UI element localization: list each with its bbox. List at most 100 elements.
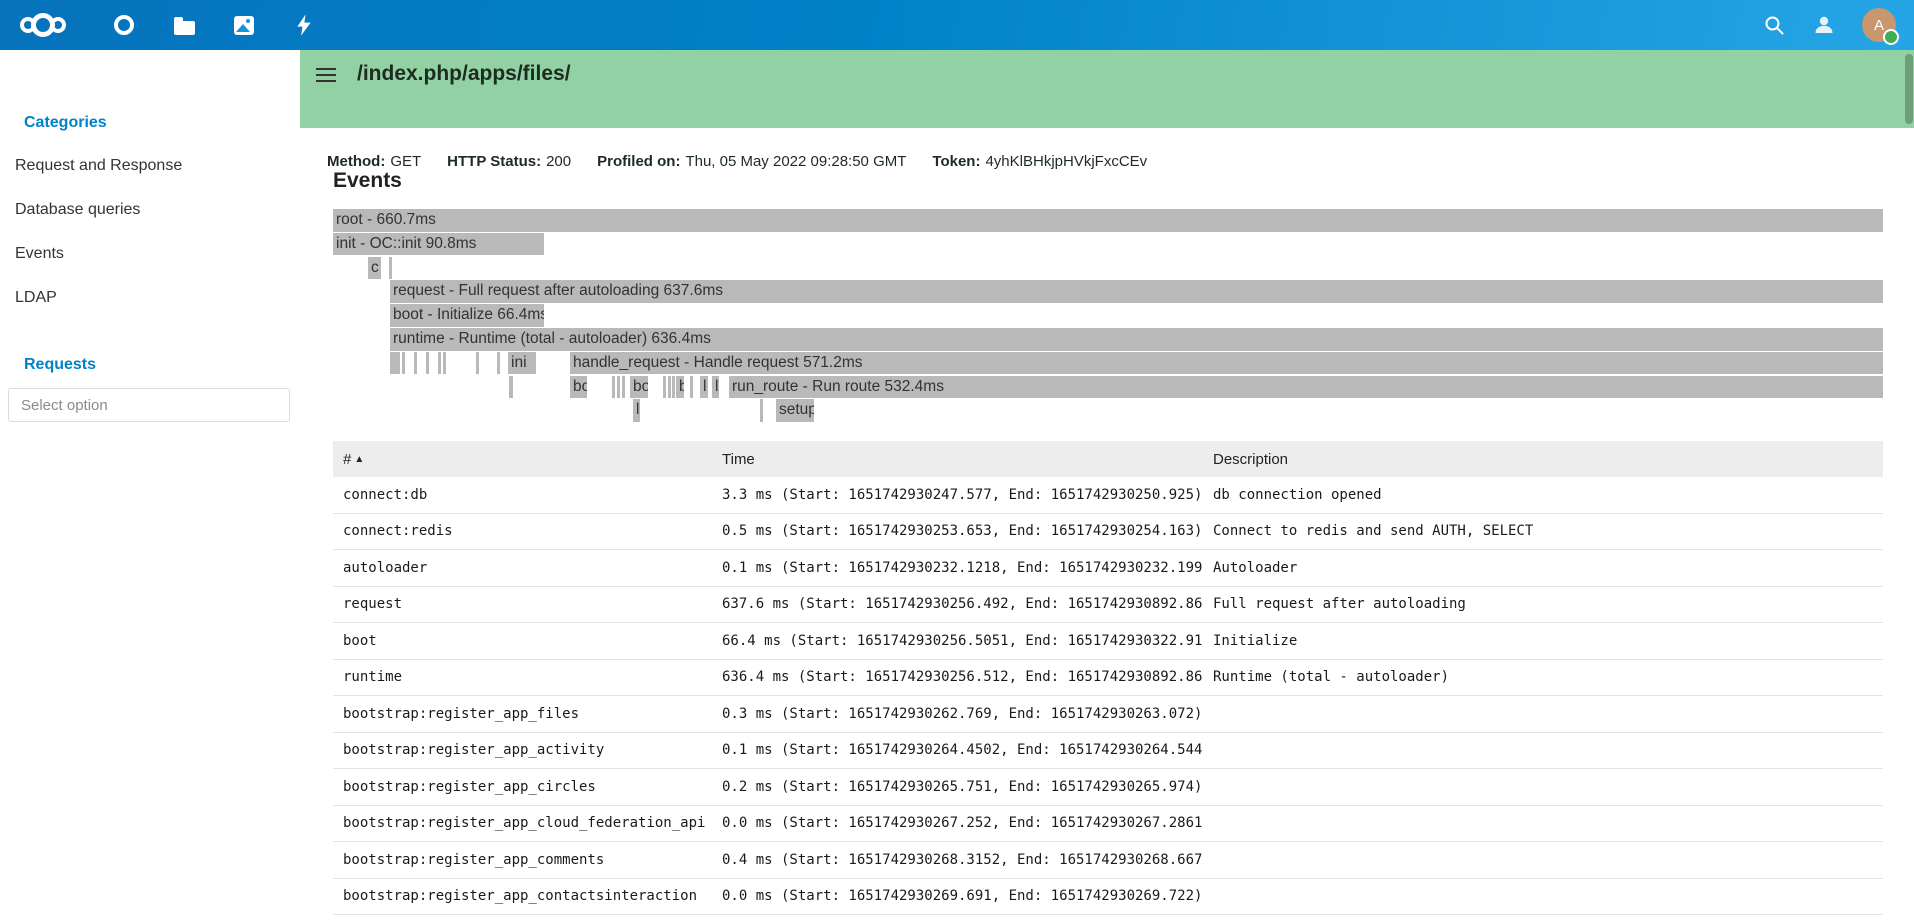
table-cell — [1203, 732, 1883, 769]
timeline-bar: bo — [570, 376, 587, 399]
hamburger-menu-icon[interactable] — [316, 68, 336, 82]
events-table-body: connect:db3.3 ms (Start: 1651742930247.5… — [333, 477, 1883, 915]
timeline-bar: run_route - Run route 532.4ms — [729, 376, 1883, 399]
table-cell: autoloader — [333, 550, 712, 587]
table-cell: boot — [333, 623, 712, 660]
timeline-bar: init - OC::init 90.8ms — [333, 233, 544, 256]
table-cell — [1203, 769, 1883, 806]
lightning-bolt-icon — [296, 14, 312, 36]
table-cell: bootstrap:register_app_comments — [333, 842, 712, 879]
table-row: autoloader0.1 ms (Start: 1651742930232.1… — [333, 550, 1883, 587]
table-cell: 0.2 ms (Start: 1651742930265.751, End: 1… — [712, 769, 1203, 806]
timeline-bar: bo — [630, 376, 648, 399]
requests-heading: Requests — [24, 356, 96, 374]
table-row: bootstrap:register_app_circles0.2 ms (St… — [333, 769, 1883, 806]
timeline-bar: l — [712, 376, 719, 399]
table-cell: request — [333, 586, 712, 623]
table-cell: 0.3 ms (Start: 1651742930262.769, End: 1… — [712, 696, 1203, 733]
table-row: connect:db3.3 ms (Start: 1651742930247.5… — [333, 477, 1883, 513]
events-timeline: root - 660.7msinit - OC::init 90.8mscreq… — [333, 209, 1883, 425]
method-field: Method:GET — [327, 153, 421, 170]
categories-heading: Categories — [24, 114, 107, 132]
table-cell: connect:redis — [333, 513, 712, 550]
column-header-time[interactable]: Time — [712, 441, 1203, 477]
table-cell: Full request after autoloading — [1203, 586, 1883, 623]
table-cell: db connection opened — [1203, 477, 1883, 513]
photos-app-icon[interactable] — [232, 13, 256, 37]
table-cell: 637.6 ms (Start: 1651742930256.492, End:… — [712, 586, 1203, 623]
table-cell: bootstrap:register_app_cloud_federation_… — [333, 805, 712, 842]
table-cell: Connect to redis and send AUTH, SELECT — [1203, 513, 1883, 550]
sidebar-item-database-queries[interactable]: Database queries — [15, 201, 140, 219]
timeline-bar — [402, 352, 405, 375]
vertical-scrollbar-thumb[interactable] — [1905, 54, 1913, 124]
column-header-number[interactable]: #▲ — [333, 441, 712, 477]
timeline-bar — [760, 399, 763, 422]
events-table: #▲ Time Description connect:db3.3 ms (St… — [333, 441, 1883, 915]
table-cell: bootstrap:register_app_circles — [333, 769, 712, 806]
timeline-bar: root - 660.7ms — [333, 209, 1883, 232]
timeline-bar — [443, 352, 446, 375]
timeline-bar: setup — [776, 399, 814, 422]
table-header-row: #▲ Time Description — [333, 441, 1883, 477]
timeline-bar — [438, 352, 441, 375]
timeline-bar — [622, 376, 625, 399]
timeline-bar — [663, 376, 666, 399]
files-app-icon[interactable] — [172, 13, 196, 37]
table-cell: 0.1 ms (Start: 1651742930264.4502, End: … — [712, 732, 1203, 769]
table-cell: 636.4 ms (Start: 1651742930256.512, End:… — [712, 659, 1203, 696]
table-row: bootstrap:register_app_contactsinteracti… — [333, 878, 1883, 915]
table-cell: runtime — [333, 659, 712, 696]
events-heading: Events — [333, 169, 402, 193]
table-cell: Initialize — [1203, 623, 1883, 660]
timeline-bar: handle_request - Handle request 571.2ms — [570, 352, 1883, 375]
timeline-bar — [389, 257, 392, 280]
table-cell: 0.5 ms (Start: 1651742930253.653, End: 1… — [712, 513, 1203, 550]
timeline-bar — [476, 352, 479, 375]
requests-select[interactable]: Select option — [8, 388, 290, 422]
profiler-app-icon[interactable] — [112, 13, 136, 37]
timeline-bar — [612, 376, 615, 399]
profiler-app: A Categories Request and Response Databa… — [0, 0, 1914, 922]
timeline-bar — [690, 376, 693, 399]
timeline-bar — [509, 376, 513, 399]
table-cell: 0.0 ms (Start: 1651742930267.252, End: 1… — [712, 805, 1203, 842]
table-cell: 0.1 ms (Start: 1651742930232.1218, End: … — [712, 550, 1203, 587]
contacts-person-icon — [1812, 13, 1836, 37]
timeline-bar — [414, 352, 417, 375]
table-cell: bootstrap:register_app_activity — [333, 732, 712, 769]
request-meta: Method:GET HTTP Status:200 Profiled on:T… — [327, 153, 1147, 170]
table-row: connect:redis0.5 ms (Start: 165174293025… — [333, 513, 1883, 550]
topbar-right: A — [1762, 8, 1896, 42]
table-cell: 66.4 ms (Start: 1651742930256.5051, End:… — [712, 623, 1203, 660]
contacts-button[interactable] — [1812, 13, 1836, 37]
sidebar-item-events[interactable]: Events — [15, 245, 64, 263]
activity-app-icon[interactable] — [292, 13, 316, 37]
avatar[interactable]: A — [1862, 8, 1896, 42]
table-cell — [1203, 696, 1883, 733]
search-icon — [1763, 14, 1785, 36]
table-cell: 3.3 ms (Start: 1651742930247.577, End: 1… — [712, 477, 1203, 513]
search-button[interactable] — [1762, 13, 1786, 37]
table-row: boot66.4 ms (Start: 1651742930256.5051, … — [333, 623, 1883, 660]
table-cell: Runtime (total - autoloader) — [1203, 659, 1883, 696]
request-url-title: /index.php/apps/files/ — [357, 62, 571, 86]
timeline-bar — [390, 352, 400, 375]
timeline-bar: l — [700, 376, 708, 399]
sidebar-item-request-and-response[interactable]: Request and Response — [15, 157, 182, 175]
table-cell: 0.0 ms (Start: 1651742930269.691, End: 1… — [712, 878, 1203, 915]
table-cell: Autoloader — [1203, 550, 1883, 587]
image-icon — [234, 16, 254, 35]
nextcloud-logo-icon[interactable] — [20, 13, 66, 37]
timeline-bar: b — [676, 376, 684, 399]
table-row: bootstrap:register_app_cloud_federation_… — [333, 805, 1883, 842]
sidebar-item-ldap[interactable]: LDAP — [15, 289, 57, 307]
http-status-field: HTTP Status:200 — [447, 153, 571, 170]
logo-circle-middle — [31, 13, 55, 37]
table-cell — [1203, 842, 1883, 879]
timeline-bar — [672, 376, 675, 399]
timeline-bar — [497, 352, 500, 375]
profiled-on-field: Profiled on:Thu, 05 May 2022 09:28:50 GM… — [597, 153, 906, 170]
column-header-description[interactable]: Description — [1203, 441, 1883, 477]
timeline-bar — [617, 376, 620, 399]
